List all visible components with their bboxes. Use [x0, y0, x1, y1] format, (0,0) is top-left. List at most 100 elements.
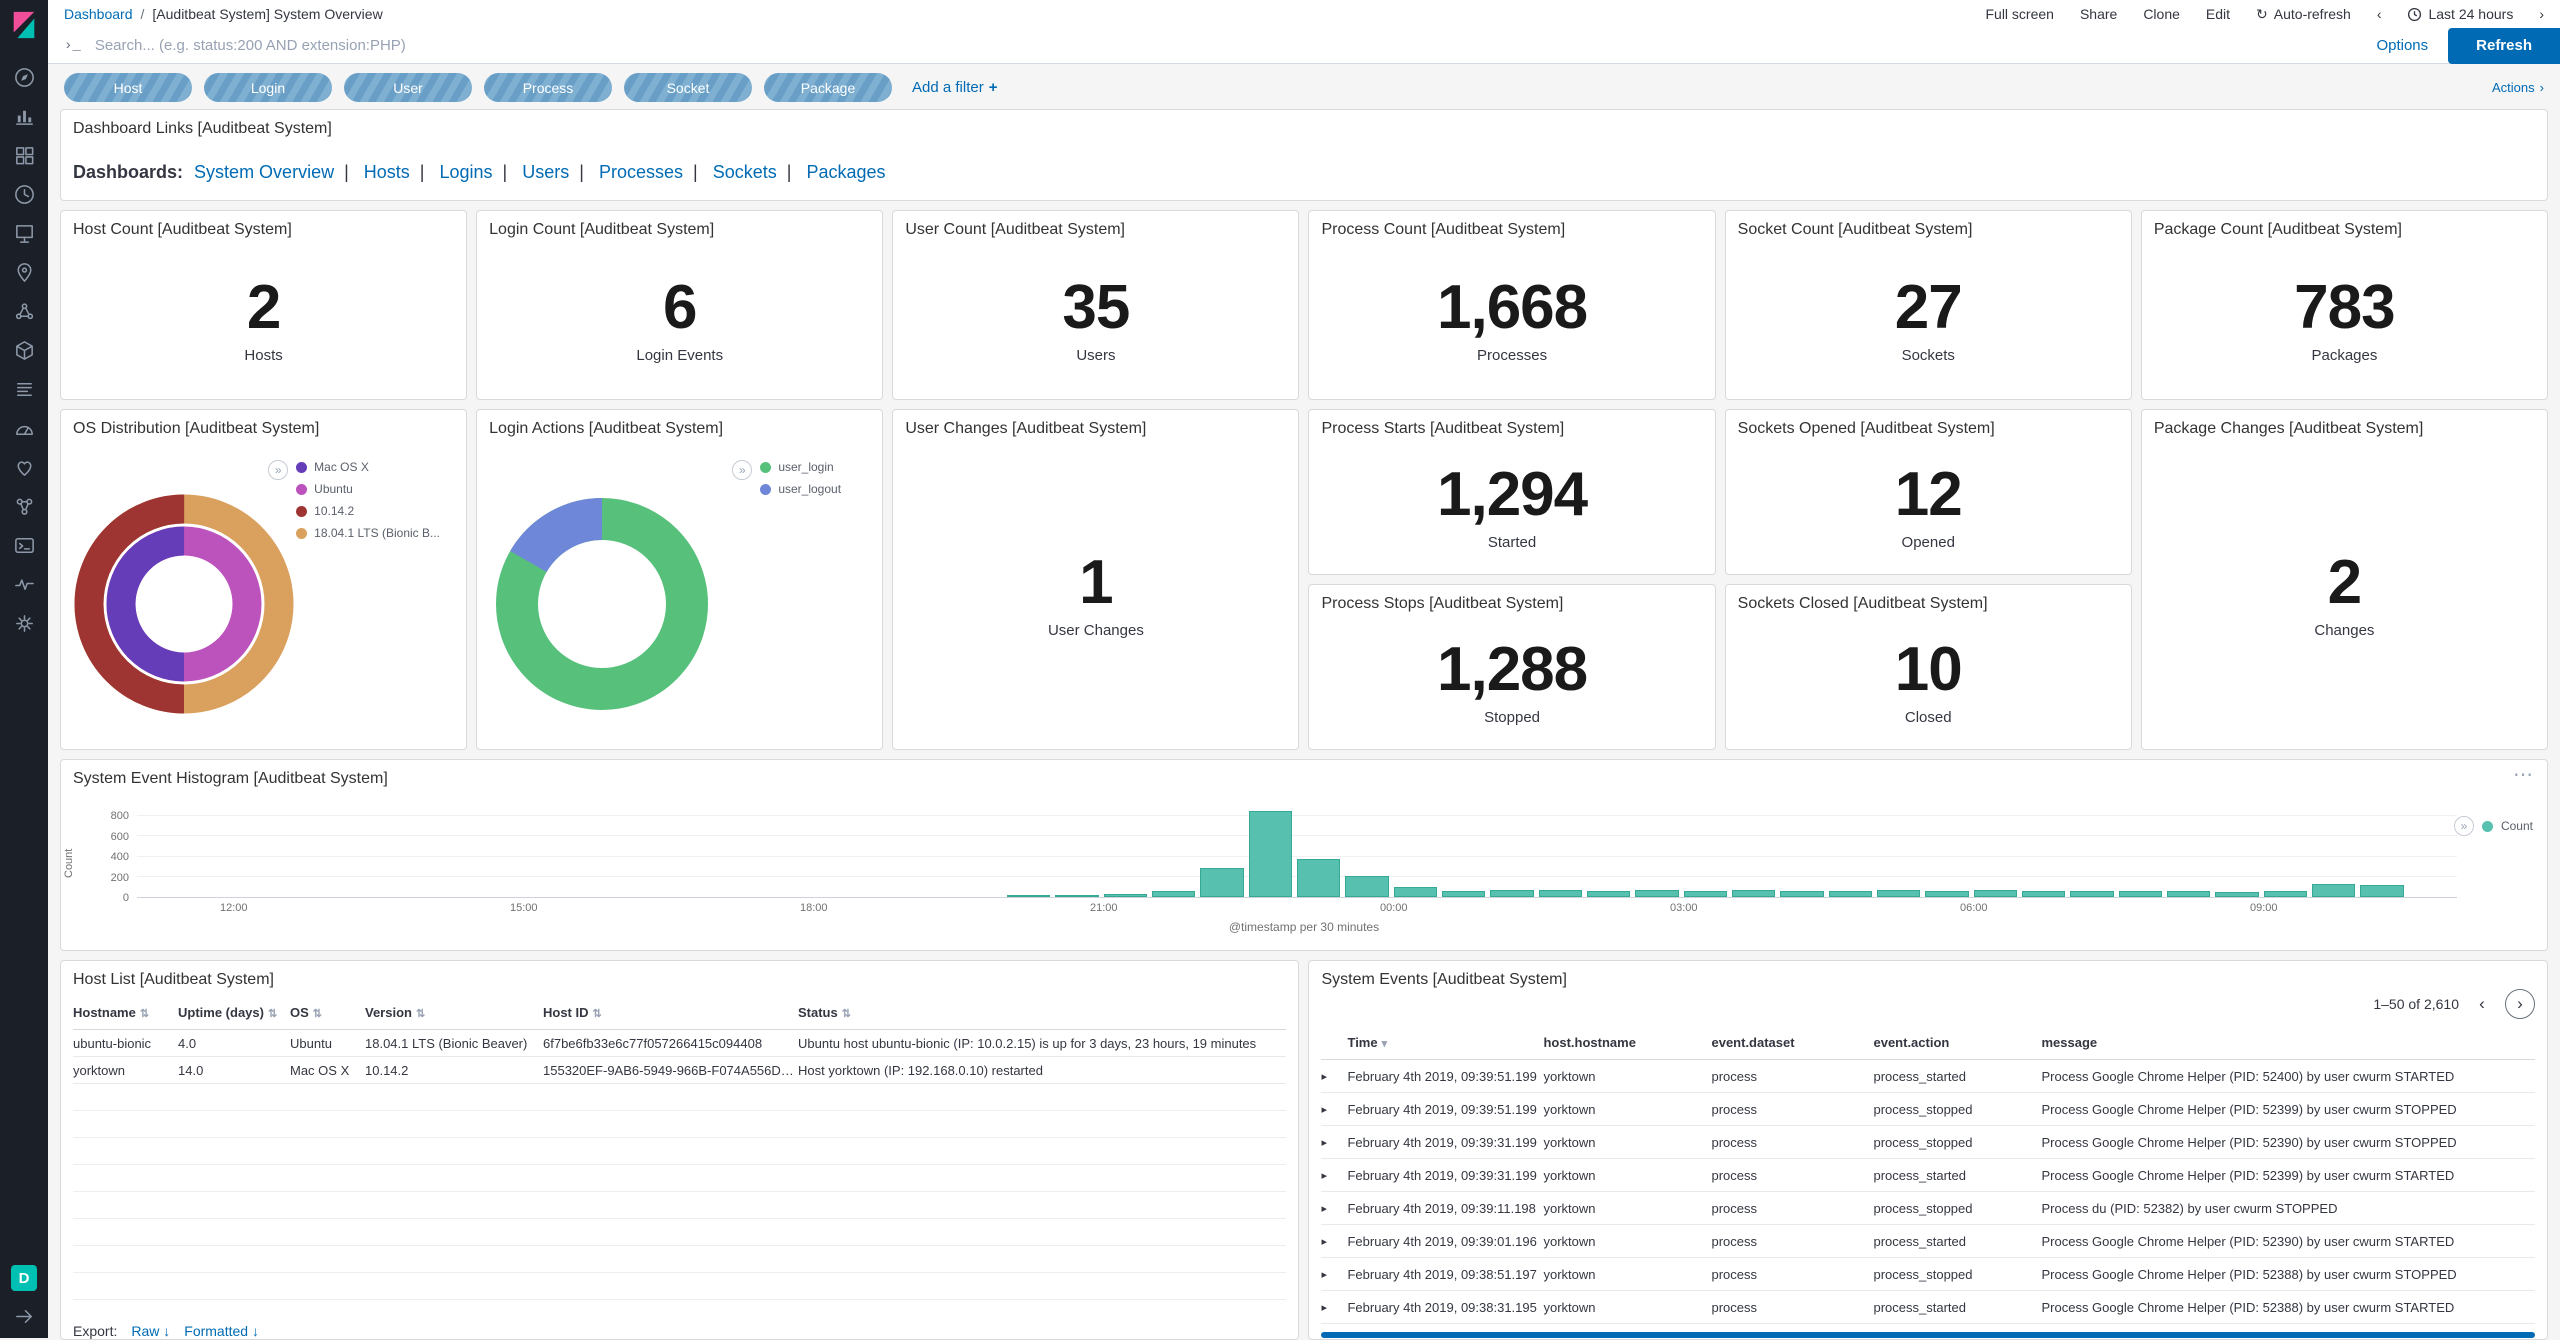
histogram-bar[interactable]	[1780, 891, 1823, 897]
table-row[interactable]: ▸February 4th 2019, 09:38:31.195yorktown…	[1321, 1291, 2535, 1324]
expand-row-icon[interactable]: ▸	[1321, 1301, 1347, 1314]
link-packages[interactable]: Packages	[806, 162, 885, 182]
kibana-logo-icon[interactable]	[9, 10, 39, 40]
expand-row-icon[interactable]: ▸	[1321, 1235, 1347, 1248]
link-hosts[interactable]: Hosts	[364, 162, 410, 182]
column-header-uptime[interactable]: Uptime (days)⇅	[178, 1005, 290, 1020]
edit-button[interactable]: Edit	[2206, 6, 2230, 22]
histogram-bar[interactable]	[2070, 891, 2113, 897]
full-screen-button[interactable]: Full screen	[1985, 6, 2053, 22]
filter-pill-socket[interactable]: Socket	[624, 73, 752, 102]
link-logins[interactable]: Logins	[440, 162, 493, 182]
histogram-bar[interactable]	[1152, 891, 1195, 897]
histogram-bar[interactable]	[1587, 891, 1630, 897]
panel-options-icon[interactable]: ⋯	[2513, 762, 2535, 787]
filter-pill-process[interactable]: Process	[484, 73, 612, 102]
histogram-bar[interactable]	[2264, 891, 2307, 897]
column-header-hostname[interactable]: host.hostname	[1543, 1035, 1711, 1050]
histogram-bar[interactable]	[1684, 891, 1727, 897]
legend-item[interactable]: Count	[2501, 819, 2533, 833]
table-row[interactable]: ▸February 4th 2019, 09:39:01.196yorktown…	[1321, 1225, 2535, 1258]
expand-row-icon[interactable]: ▸	[1321, 1169, 1347, 1182]
legend-toggle-icon[interactable]: »	[732, 460, 752, 480]
legend-toggle-icon[interactable]: »	[268, 460, 288, 480]
filter-pill-user[interactable]: User	[344, 73, 472, 102]
space-avatar[interactable]: D	[11, 1265, 37, 1291]
page-previous-icon[interactable]: ‹	[2467, 989, 2497, 1019]
histogram-bar[interactable]	[2215, 892, 2258, 897]
histogram-bar[interactable]	[2360, 885, 2403, 897]
legend-item[interactable]: 18.04.1 LTS (Bionic B...	[296, 526, 456, 540]
expand-row-icon[interactable]: ▸	[1321, 1202, 1347, 1215]
histogram-bar[interactable]	[1249, 811, 1292, 897]
graph-icon[interactable]	[13, 495, 36, 518]
histogram-bar[interactable]	[1635, 890, 1678, 897]
filter-pill-host[interactable]: Host	[64, 73, 192, 102]
link-users[interactable]: Users	[522, 162, 569, 182]
expand-sidebar-icon[interactable]	[13, 1305, 36, 1328]
discover-icon[interactable]	[13, 66, 36, 89]
histogram-bar[interactable]	[1974, 890, 2017, 897]
histogram-bar[interactable]	[2119, 891, 2162, 897]
actions-menu-button[interactable]: Actions›	[2492, 80, 2544, 95]
histogram-bar[interactable]	[1200, 868, 1243, 897]
os-distribution-donut[interactable]	[69, 489, 299, 719]
table-row[interactable]: ▸February 4th 2019, 09:39:51.199yorktown…	[1321, 1060, 2535, 1093]
legend-item[interactable]: Mac OS X	[296, 460, 456, 474]
time-back-icon[interactable]: ‹	[2377, 6, 2382, 22]
table-row[interactable]: ▸February 4th 2019, 09:38:51.197yorktown…	[1321, 1258, 2535, 1291]
table-row[interactable]: ubuntu-bionic 4.0 Ubuntu 18.04.1 LTS (Bi…	[73, 1030, 1286, 1057]
filter-pill-login[interactable]: Login	[204, 73, 332, 102]
histogram-bar[interactable]	[1055, 895, 1098, 897]
histogram-bar[interactable]	[1345, 876, 1388, 897]
legend-item[interactable]: Ubuntu	[296, 482, 456, 496]
export-formatted-link[interactable]: Formatted ↓	[184, 1323, 259, 1339]
histogram-bar[interactable]	[1539, 890, 1582, 897]
visualize-icon[interactable]	[13, 105, 36, 128]
column-header-os[interactable]: OS⇅	[290, 1005, 365, 1020]
management-icon[interactable]	[13, 612, 36, 635]
monitoring-icon[interactable]	[13, 573, 36, 596]
legend-item[interactable]: user_logout	[760, 482, 872, 496]
time-range-picker[interactable]: Last 24 hours	[2407, 6, 2513, 22]
histogram-bar[interactable]	[1297, 859, 1340, 897]
histogram-bar[interactable]	[1829, 891, 1872, 897]
expand-row-icon[interactable]: ▸	[1321, 1103, 1347, 1116]
column-header-version[interactable]: Version⇅	[365, 1005, 543, 1020]
maps-icon[interactable]	[13, 261, 36, 284]
add-filter-button[interactable]: Add a filter+	[912, 79, 997, 96]
page-next-icon[interactable]: ›	[2505, 989, 2535, 1019]
link-processes[interactable]: Processes	[599, 162, 683, 182]
column-header-status[interactable]: Status⇅	[798, 1005, 1286, 1020]
column-header-time[interactable]: Time▾	[1347, 1035, 1543, 1050]
table-row[interactable]: ▸February 4th 2019, 09:39:31.199yorktown…	[1321, 1126, 2535, 1159]
refresh-button[interactable]: Refresh	[2448, 28, 2560, 64]
machine-learning-icon[interactable]	[13, 300, 36, 323]
table-row[interactable]: ▸February 4th 2019, 09:39:11.198yorktown…	[1321, 1192, 2535, 1225]
filter-pill-package[interactable]: Package	[764, 73, 892, 102]
table-row[interactable]: ▸February 4th 2019, 09:39:31.199yorktown…	[1321, 1159, 2535, 1192]
column-header-message[interactable]: message	[2041, 1035, 2535, 1050]
column-header-hostid[interactable]: Host ID⇅	[543, 1005, 798, 1020]
horizontal-scrollbar[interactable]	[1321, 1332, 2535, 1338]
histogram-bar[interactable]	[1394, 887, 1437, 897]
histogram-bar[interactable]	[1442, 891, 1485, 897]
histogram-bar[interactable]	[1104, 894, 1147, 897]
histogram-bar[interactable]	[1877, 890, 1920, 897]
clone-button[interactable]: Clone	[2143, 6, 2180, 22]
table-row[interactable]: ▸February 4th 2019, 09:39:51.199yorktown…	[1321, 1093, 2535, 1126]
timelion-icon[interactable]	[13, 183, 36, 206]
uptime-icon[interactable]	[13, 456, 36, 479]
column-header-dataset[interactable]: event.dataset	[1711, 1035, 1873, 1050]
login-actions-donut[interactable]	[487, 489, 717, 719]
search-input[interactable]	[95, 37, 2357, 54]
options-link[interactable]: Options	[2376, 37, 2428, 54]
breadcrumb-root[interactable]: Dashboard	[64, 6, 133, 22]
expand-row-icon[interactable]: ▸	[1321, 1268, 1347, 1281]
apm-icon[interactable]	[13, 417, 36, 440]
dev-tools-icon[interactable]	[13, 534, 36, 557]
expand-row-icon[interactable]: ▸	[1321, 1136, 1347, 1149]
dashboard-icon[interactable]	[13, 144, 36, 167]
histogram-bar[interactable]	[1490, 890, 1533, 897]
legend-item[interactable]: 10.14.2	[296, 504, 456, 518]
